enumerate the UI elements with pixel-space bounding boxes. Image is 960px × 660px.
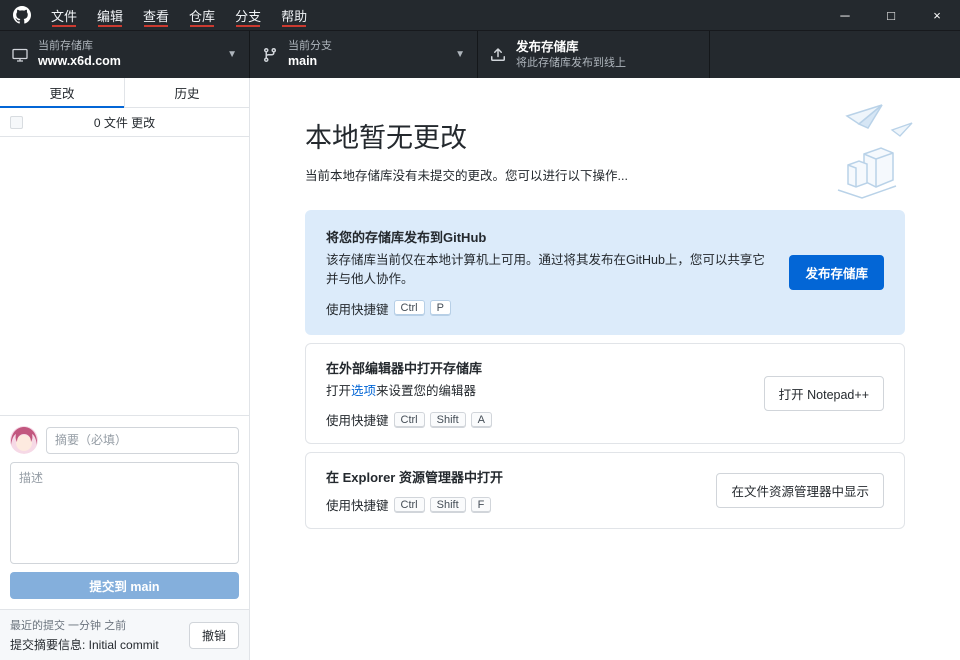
repository-label: 当前存储库 [38, 39, 121, 54]
menu-item-branch[interactable]: 分支 [225, 0, 271, 30]
commit-summary-value: Initial commit [89, 638, 159, 652]
main-panel: 本地暂无更改 当前本地存储库没有未提交的更改。您可以进行以下操作... 将您的存… [250, 78, 960, 660]
github-desktop-window: 文件 编辑 查看 仓库 分支 帮助 ─ □ × 当前存储库 www.x6d.co… [0, 0, 960, 660]
avatar [10, 426, 38, 454]
commit-description-input[interactable] [10, 462, 239, 564]
tab-changes[interactable]: 更改 [0, 78, 124, 108]
github-logo-icon [13, 6, 31, 24]
card-title: 将您的存储库发布到GitHub [326, 227, 765, 246]
changed-files-list [0, 137, 249, 415]
card-title: 在外部编辑器中打开存储库 [326, 358, 740, 377]
publish-title: 发布存储库 [516, 39, 626, 56]
card-description: 该存储库当前仅在本地计算机上可用。通过将其发布在GitHub上，您可以共享它并与… [326, 251, 765, 290]
kbd-key: Shift [430, 412, 466, 428]
kbd-key: Ctrl [394, 300, 425, 316]
card-title: 在 Explorer 资源管理器中打开 [326, 467, 692, 486]
open-explorer-card: 在 Explorer 资源管理器中打开 使用快捷键 Ctrl Shift F 在… [305, 452, 905, 529]
menu-item-view[interactable]: 查看 [133, 0, 179, 30]
upload-icon [490, 47, 506, 63]
editor-desc-post: 来设置您的编辑器 [376, 384, 476, 398]
chevron-down-icon: ▼ [447, 49, 465, 60]
chevron-down-icon: ▼ [219, 49, 237, 60]
repository-name: www.x6d.com [38, 53, 121, 70]
kbd-key: A [471, 412, 492, 428]
close-button[interactable]: × [914, 0, 960, 30]
recent-commit-time: 最近的提交 一分钟 之前 [10, 617, 159, 633]
menu-item-help[interactable]: 帮助 [271, 0, 317, 30]
shortcut-label: 使用快捷键 [326, 410, 389, 429]
open-editor-button[interactable]: 打开 Notepad++ [764, 376, 884, 411]
repository-selector[interactable]: 当前存储库 www.x6d.com ▼ [0, 31, 250, 78]
publish-repository-button[interactable]: 发布存储库 [789, 255, 884, 290]
maximize-button[interactable]: □ [868, 0, 914, 30]
open-editor-card: 在外部编辑器中打开存储库 打开选项来设置您的编辑器 使用快捷键 Ctrl Shi… [305, 343, 905, 444]
window-controls: ─ □ × [822, 0, 960, 30]
paper-plane-illustration [792, 102, 918, 200]
kbd-key: Ctrl [394, 412, 425, 428]
sidebar-tabs: 更改 历史 [0, 78, 249, 108]
branch-name: main [288, 53, 332, 70]
commit-summary-label: 提交摘要信息: [10, 638, 89, 652]
content: 更改 历史 0 文件 更改 [0, 78, 960, 660]
publish-subtitle: 将此存储库发布到线上 [516, 56, 626, 71]
publish-repository-toolbar-button[interactable]: 发布存储库 将此存储库发布到线上 [478, 31, 710, 78]
kbd-key: F [471, 497, 492, 513]
commit-form: 提交到 main [0, 415, 249, 609]
changed-files-bar: 0 文件 更改 [0, 108, 249, 137]
editor-desc-pre: 打开 [326, 384, 351, 398]
publish-github-card: 将您的存储库发布到GitHub 该存储库当前仅在本地计算机上可用。通过将其发布在… [305, 210, 905, 335]
toolbar: 当前存储库 www.x6d.com ▼ 当前分支 main ▼ 发布存储库 将此… [0, 30, 960, 78]
select-all-checkbox[interactable] [10, 116, 23, 129]
shortcut-label: 使用快捷键 [326, 299, 389, 318]
sidebar: 更改 历史 0 文件 更改 [0, 78, 250, 660]
branch-label: 当前分支 [288, 39, 332, 54]
shortcut-label: 使用快捷键 [326, 495, 389, 514]
kbd-key: P [430, 300, 451, 316]
minimize-button[interactable]: ─ [822, 0, 868, 30]
menu-item-file[interactable]: 文件 [41, 0, 87, 30]
monitor-icon [12, 47, 28, 63]
git-branch-icon [262, 47, 278, 63]
options-link[interactable]: 选项 [351, 384, 376, 398]
show-in-explorer-button[interactable]: 在文件资源管理器中显示 [716, 473, 884, 508]
undo-button[interactable]: 撤销 [189, 622, 239, 649]
kbd-key: Shift [430, 497, 466, 513]
tab-history[interactable]: 历史 [124, 78, 249, 108]
commit-button[interactable]: 提交到 main [10, 572, 239, 599]
recent-commit-footer: 最近的提交 一分钟 之前 提交摘要信息: Initial commit 撤销 [0, 609, 249, 660]
menu-item-repository[interactable]: 仓库 [179, 0, 225, 30]
commit-summary-input[interactable] [46, 427, 239, 454]
menu-item-edit[interactable]: 编辑 [87, 0, 133, 30]
branch-selector[interactable]: 当前分支 main ▼ [250, 31, 478, 78]
titlebar: 文件 编辑 查看 仓库 分支 帮助 ─ □ × [0, 0, 960, 30]
changed-files-summary: 0 文件 更改 [94, 114, 155, 131]
kbd-key: Ctrl [394, 497, 425, 513]
